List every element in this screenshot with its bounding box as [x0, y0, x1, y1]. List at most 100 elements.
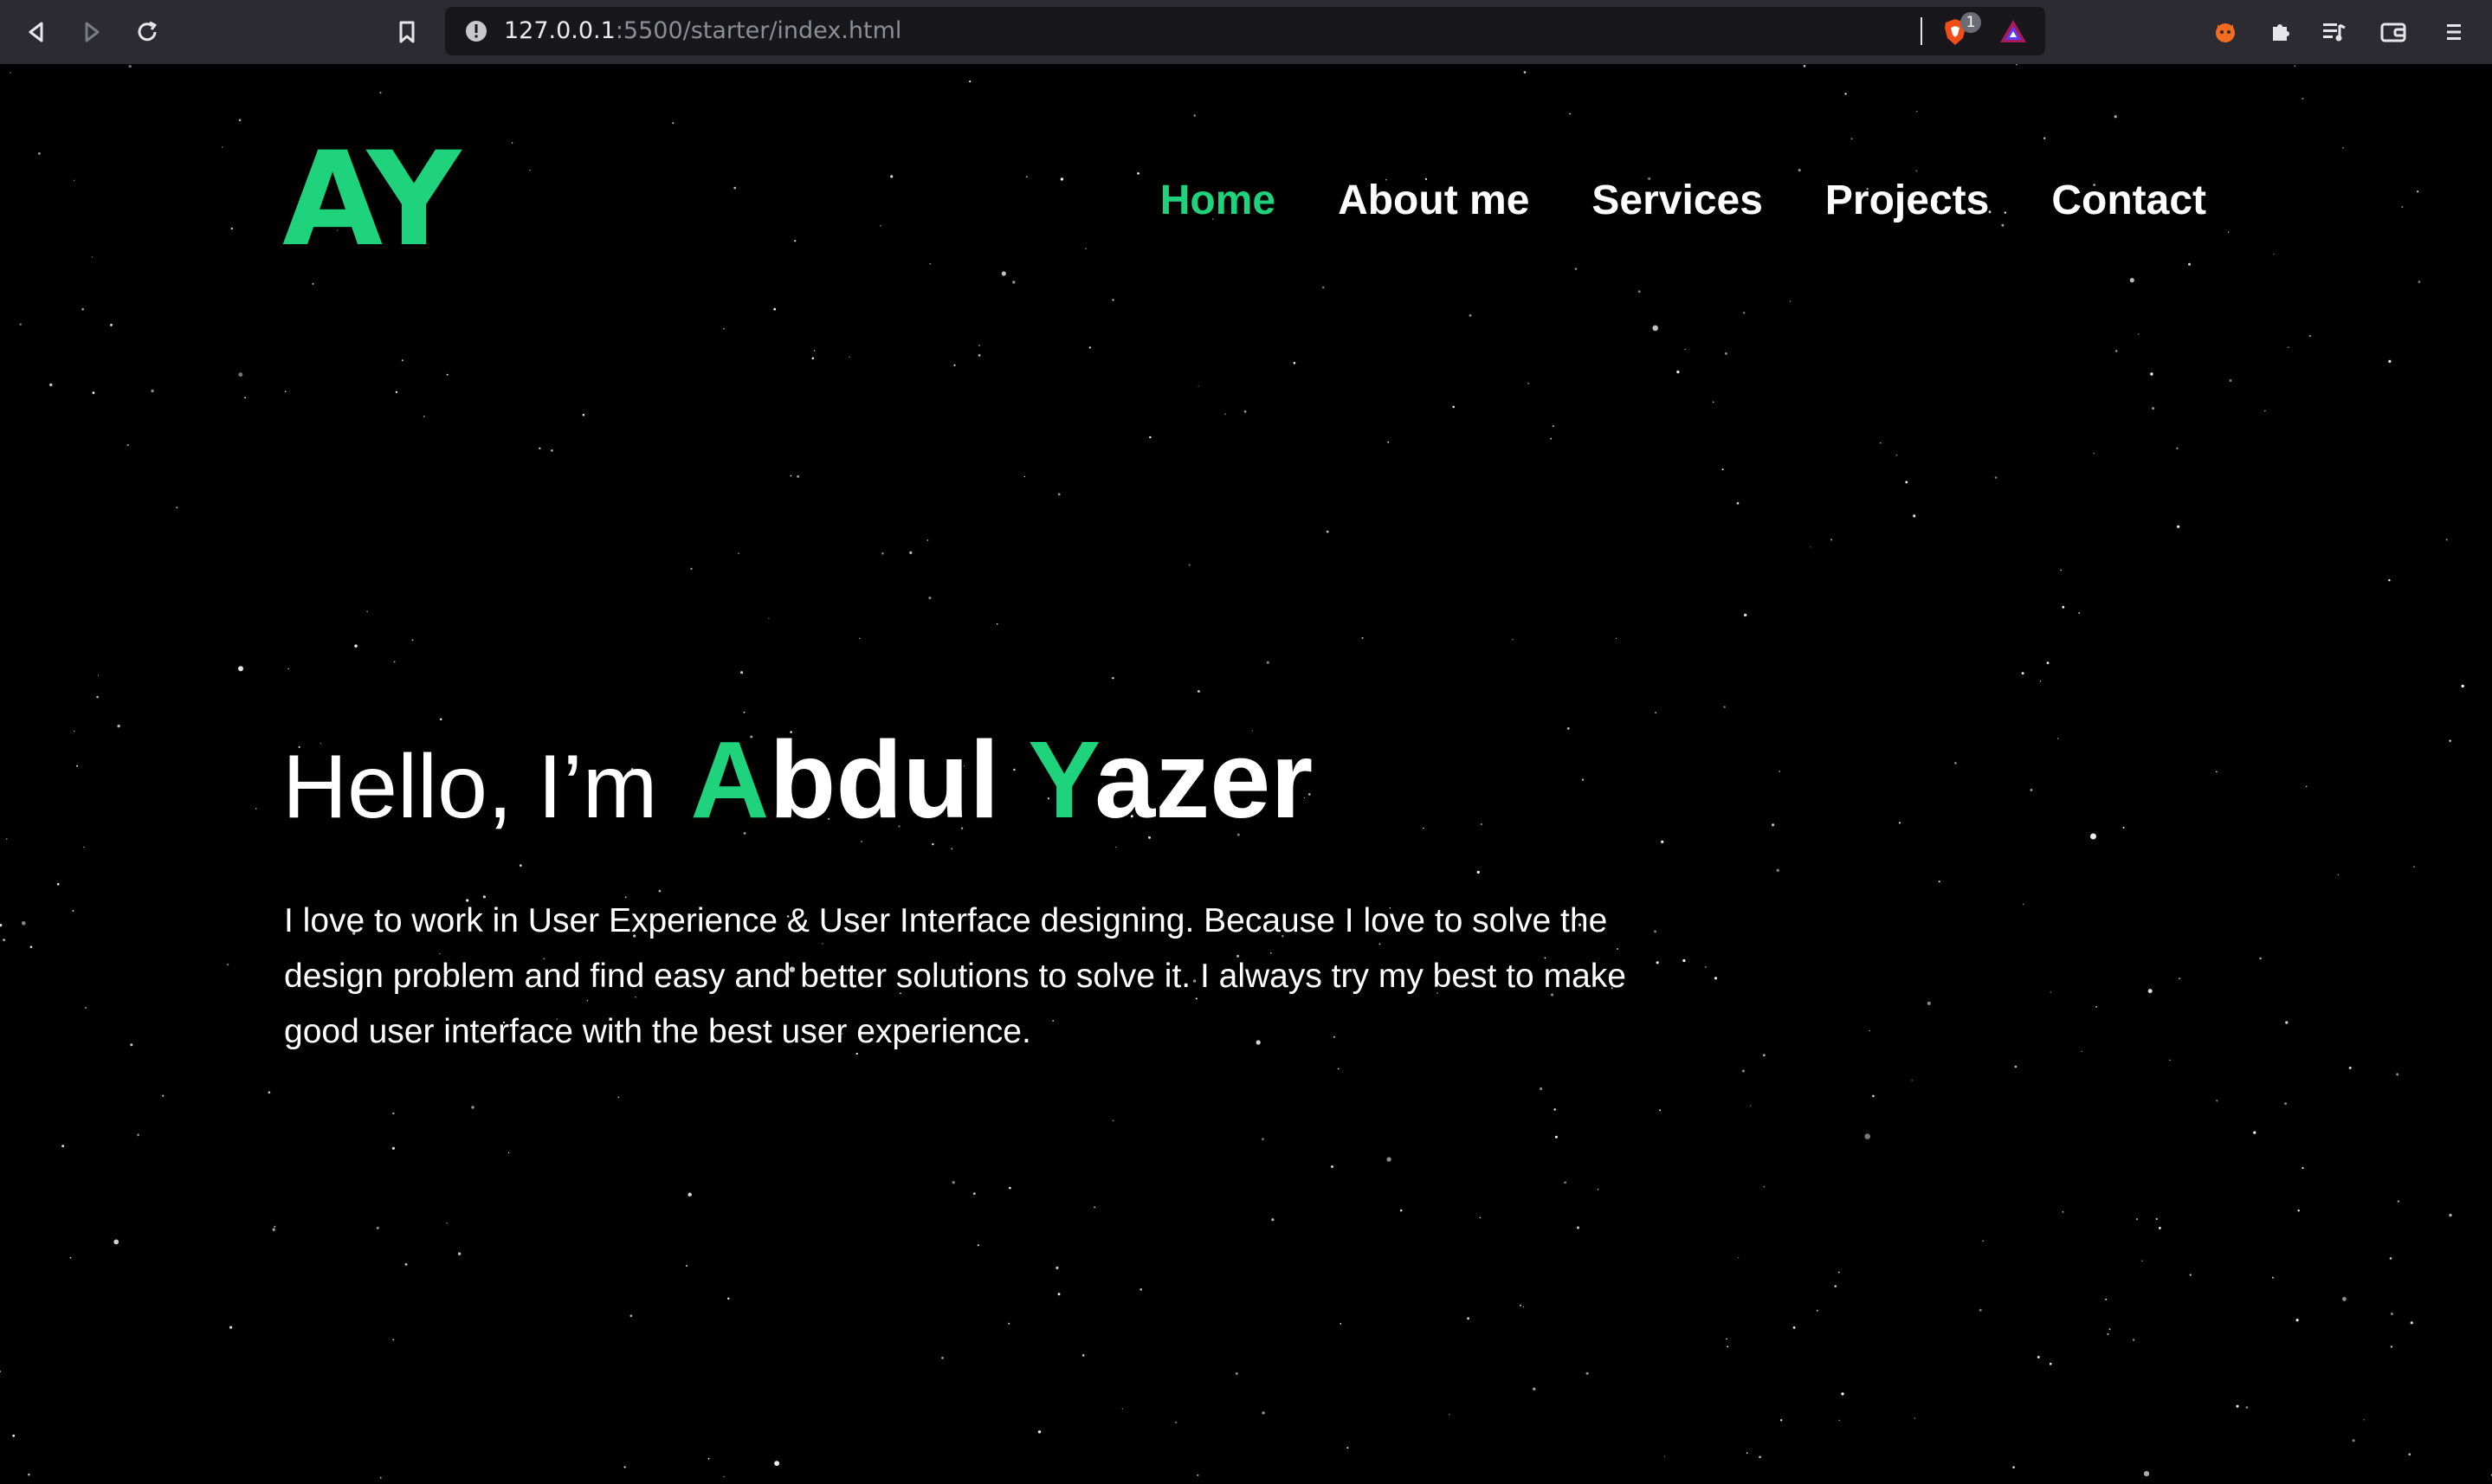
star [423, 416, 425, 417]
star [1656, 961, 1659, 965]
star [909, 551, 913, 555]
star [2062, 1210, 2064, 1213]
nav-link-about[interactable]: About me [1338, 175, 1529, 227]
star [733, 186, 736, 190]
star [1361, 636, 1364, 639]
star [22, 921, 26, 926]
star [2388, 579, 2391, 582]
star [1139, 1288, 1142, 1291]
star [2012, 1466, 2015, 1468]
star [551, 449, 553, 452]
brave-rewards-icon[interactable] [1998, 17, 2028, 45]
playlist-button[interactable] [2317, 15, 2352, 49]
back-button[interactable] [19, 15, 54, 49]
star [529, 170, 531, 171]
star [2302, 1166, 2304, 1170]
bookmark-icon [399, 21, 415, 43]
star [617, 1096, 620, 1099]
star [392, 1112, 395, 1115]
url-host: 127.0.0.1 [504, 17, 616, 44]
star [2388, 359, 2392, 363]
star [2060, 569, 2063, 571]
star [76, 765, 79, 767]
page-viewport: AY Home About me Services Projects Conta… [0, 64, 2492, 1484]
star [1198, 690, 1200, 693]
browser-menu-button[interactable] [2437, 15, 2471, 49]
star [49, 383, 53, 387]
star [1112, 677, 1114, 680]
star [446, 373, 449, 376]
star [774, 1461, 779, 1467]
star [2401, 206, 2404, 208]
hero-name-first-rest: bdul [769, 719, 1000, 841]
star [941, 1357, 944, 1359]
star [1452, 405, 1455, 409]
star [1574, 268, 1578, 270]
star [1654, 930, 1657, 933]
star [1137, 172, 1139, 175]
star [72, 910, 74, 912]
star [19, 323, 22, 326]
star [2461, 684, 2464, 688]
nav-link-home[interactable]: Home [1160, 175, 1275, 227]
star [1088, 346, 1092, 349]
star [1523, 71, 1527, 74]
star [117, 724, 120, 728]
star [2216, 1100, 2218, 1102]
star [1913, 514, 1916, 518]
star [2342, 147, 2344, 149]
reload-button[interactable] [130, 15, 165, 49]
star [1293, 361, 1296, 365]
star [1540, 1087, 1543, 1091]
star [1759, 1455, 1761, 1459]
star [1746, 1452, 1748, 1454]
star [1081, 1354, 1085, 1357]
site-info-icon[interactable] [464, 19, 488, 43]
star [2188, 262, 2191, 266]
nav-link-services[interactable]: Services [1591, 175, 1763, 227]
extensions-menu-button[interactable] [2263, 15, 2298, 49]
star [2093, 453, 2095, 455]
star [2049, 1363, 2052, 1365]
star [1723, 706, 1726, 708]
star [392, 1339, 395, 1341]
star [2337, 874, 2340, 876]
star [1554, 1135, 1558, 1139]
star [2228, 231, 2230, 233]
star [401, 359, 403, 362]
star [176, 506, 178, 509]
star [471, 1106, 475, 1109]
star [2062, 605, 2065, 609]
star [2305, 785, 2308, 788]
star [790, 474, 792, 477]
star [1322, 286, 1325, 289]
extension-button[interactable] [2208, 15, 2243, 49]
star [926, 539, 929, 541]
site-logo[interactable]: AY [282, 135, 461, 265]
nav-link-projects[interactable]: Projects [1825, 175, 1989, 227]
star [38, 152, 41, 155]
star [2294, 65, 2296, 68]
star [284, 390, 287, 393]
star [1112, 1119, 1114, 1122]
puzzle-icon [2273, 24, 2289, 41]
star [1637, 290, 1641, 294]
star [1938, 881, 1940, 883]
bookmark-button[interactable] [390, 15, 424, 49]
star [972, 1192, 976, 1195]
wallet-button[interactable] [2376, 15, 2411, 49]
star [1676, 371, 1680, 374]
star [880, 225, 881, 227]
star [1816, 1309, 1818, 1312]
star [1741, 1069, 1745, 1073]
star [1057, 1293, 1061, 1296]
nav-link-contact[interactable]: Contact [2051, 175, 2206, 227]
star [1841, 1392, 1844, 1396]
star [1009, 1186, 1011, 1190]
url-text[interactable]: 127.0.0.1:5500/starter/index.html [504, 7, 901, 55]
forward-button[interactable] [74, 15, 109, 49]
address-bar[interactable]: 127.0.0.1:5500/starter/index.html 1 [445, 7, 2045, 55]
star [672, 122, 675, 125]
star [1012, 281, 1016, 284]
star [1895, 454, 1898, 456]
